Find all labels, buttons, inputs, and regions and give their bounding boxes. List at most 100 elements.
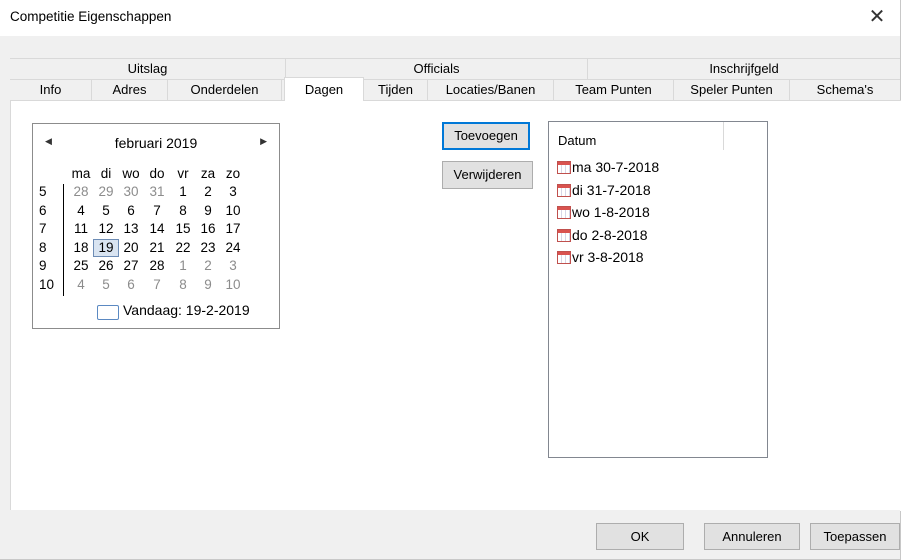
weekday-header: vr — [177, 166, 189, 181]
window-title: Competitie Eigenschappen — [10, 9, 172, 24]
list-item[interactable]: do 2-8-2018 — [557, 226, 648, 246]
calendar-day[interactable]: 6 — [119, 203, 143, 219]
calendar-day[interactable]: 7 — [145, 203, 169, 219]
calendar-day[interactable]: 28 — [69, 184, 93, 200]
calendar-day[interactable]: 25 — [69, 258, 93, 274]
tab-dagen[interactable]: Dagen — [284, 77, 364, 101]
week-number: 7 — [39, 221, 47, 236]
calendar-day[interactable]: 27 — [119, 258, 143, 274]
calendar-day[interactable]: 11 — [69, 221, 93, 237]
calendar-day[interactable]: 28 — [145, 258, 169, 274]
dialog-footer: OK Annuleren Toepassen — [10, 510, 900, 559]
weekday-header: di — [100, 166, 112, 181]
calendar-icon — [557, 251, 571, 264]
list-item-label: do 2-8-2018 — [572, 226, 648, 243]
tab-tijden[interactable]: Tijden — [364, 80, 428, 100]
calendar-day[interactable]: 30 — [119, 184, 143, 200]
tab-adres[interactable]: Adres — [92, 80, 168, 100]
calendar-icon — [557, 161, 571, 174]
calendar-day[interactable]: 14 — [145, 221, 169, 237]
calendar-icon — [557, 206, 571, 219]
close-icon[interactable]: ✕ — [854, 0, 900, 36]
list-item-label: ma 30-7-2018 — [572, 159, 660, 175]
calendar-day[interactable]: 23 — [196, 240, 220, 256]
calendar-day[interactable]: 4 — [69, 277, 93, 293]
weekday-header: za — [200, 166, 216, 181]
calendar-day[interactable]: 10 — [221, 203, 245, 219]
title-bar: Competitie Eigenschappen ✕ — [0, 0, 900, 36]
calendar-day[interactable]: 5 — [94, 277, 118, 293]
tab-officials[interactable]: Officials — [286, 59, 588, 79]
today-label[interactable]: Vandaag: 19-2-2019 — [123, 302, 250, 318]
calendar-icon — [557, 183, 571, 197]
calendar-day[interactable]: 2 — [196, 184, 220, 200]
weekday-header: wo — [122, 166, 140, 181]
week-number-separator — [63, 184, 64, 296]
calendar-day[interactable]: 4 — [69, 203, 93, 219]
calendar-day[interactable]: 5 — [94, 203, 118, 219]
calendar-day[interactable]: 3 — [221, 258, 245, 274]
week-number: 8 — [39, 239, 47, 255]
calendar-day[interactable]: 9 — [196, 277, 220, 293]
calendar-day[interactable]: 6 — [119, 277, 143, 293]
list-item[interactable]: wo 1-8-2018 — [557, 203, 650, 223]
calendar-day[interactable]: 10 — [221, 277, 245, 293]
calendar-day[interactable]: 31 — [145, 184, 169, 200]
calendar-day[interactable]: 8 — [171, 277, 195, 293]
calendar-day[interactable]: 17 — [221, 221, 245, 237]
calendar-day[interactable]: 3 — [221, 184, 245, 200]
tab-inschrijfgeld[interactable]: Inschrijfgeld — [588, 59, 900, 79]
list-item[interactable]: di 31-7-2018 — [557, 181, 651, 201]
cancel-button[interactable]: Annuleren — [704, 523, 800, 550]
today-marker-icon[interactable] — [97, 305, 119, 320]
tab-row-top: Uitslag Officials Inschrijfgeld — [10, 58, 900, 79]
remove-button[interactable]: Verwijderen — [442, 161, 533, 189]
calendar-day[interactable]: 12 — [94, 221, 118, 237]
list-item-label: wo 1-8-2018 — [572, 204, 650, 220]
week-number: 5 — [39, 184, 47, 199]
calendar-day[interactable]: 16 — [196, 221, 220, 237]
next-month-icon[interactable]: ▶ — [260, 136, 267, 147]
week-number: 9 — [39, 258, 47, 273]
calendar-day[interactable]: 18 — [69, 240, 93, 256]
add-button[interactable]: Toevoegen — [442, 122, 530, 150]
properties-dialog: Competitie Eigenschappen ✕ Uitslag Offic… — [0, 0, 901, 560]
tab-team-punten[interactable]: Team Punten — [554, 80, 674, 100]
calendar-day[interactable]: 29 — [94, 184, 118, 200]
calendar-day[interactable]: 21 — [145, 240, 169, 256]
date-list[interactable]: Datum ma 30-7-2018 di 31-7-2018 wo 1-8-201… — [548, 121, 768, 458]
calendar-day[interactable]: 9 — [196, 203, 220, 219]
weekday-header: do — [149, 166, 165, 181]
weekday-header: zo — [225, 166, 241, 181]
tab-uitslag[interactable]: Uitslag — [10, 59, 286, 79]
week-number: 6 — [39, 202, 47, 218]
ok-button[interactable]: OK — [596, 523, 684, 550]
list-item-label: di 31-7-2018 — [572, 181, 651, 198]
list-item[interactable]: ma 30-7-2018 — [557, 158, 659, 178]
tab-row-bottom: Info Adres Onderdelen Dagen Tijden Locat… — [10, 77, 900, 101]
tab-speler-punten[interactable]: Speler Punten — [674, 80, 790, 100]
calendar-day[interactable]: 26 — [94, 258, 118, 274]
tab-schemas[interactable]: Schema's — [790, 80, 900, 100]
calendar-day[interactable]: 8 — [171, 203, 195, 219]
calendar-day[interactable]: 20 — [119, 240, 143, 256]
list-item-label: vr 3-8-2018 — [572, 249, 644, 265]
month-calendar[interactable]: ◀ februari 2019 ▶ ma di wo do vr za zo 5 28 29 30 3… — [32, 123, 280, 329]
calendar-day[interactable]: 1 — [171, 258, 195, 274]
weekday-header: ma — [71, 166, 91, 181]
tab-locaties-banen[interactable]: Locaties/Banen — [428, 80, 554, 100]
calendar-month-label[interactable]: februari 2019 — [33, 135, 279, 151]
calendar-day[interactable]: 24 — [221, 240, 245, 256]
calendar-day[interactable]: 2 — [196, 258, 220, 274]
calendar-day[interactable]: 7 — [145, 277, 169, 293]
tab-info[interactable]: Info — [10, 80, 92, 100]
calendar-day[interactable]: 22 — [171, 240, 195, 256]
calendar-day[interactable]: 13 — [119, 221, 143, 237]
list-item[interactable]: vr 3-8-2018 — [557, 248, 644, 268]
calendar-day[interactable]: 19 — [93, 238, 119, 257]
apply-button[interactable]: Toepassen — [810, 523, 900, 550]
list-header-datum[interactable]: Datum — [549, 122, 724, 150]
tab-onderdelen[interactable]: Onderdelen — [168, 80, 282, 100]
calendar-day[interactable]: 1 — [171, 184, 195, 200]
calendar-day[interactable]: 15 — [171, 221, 195, 237]
